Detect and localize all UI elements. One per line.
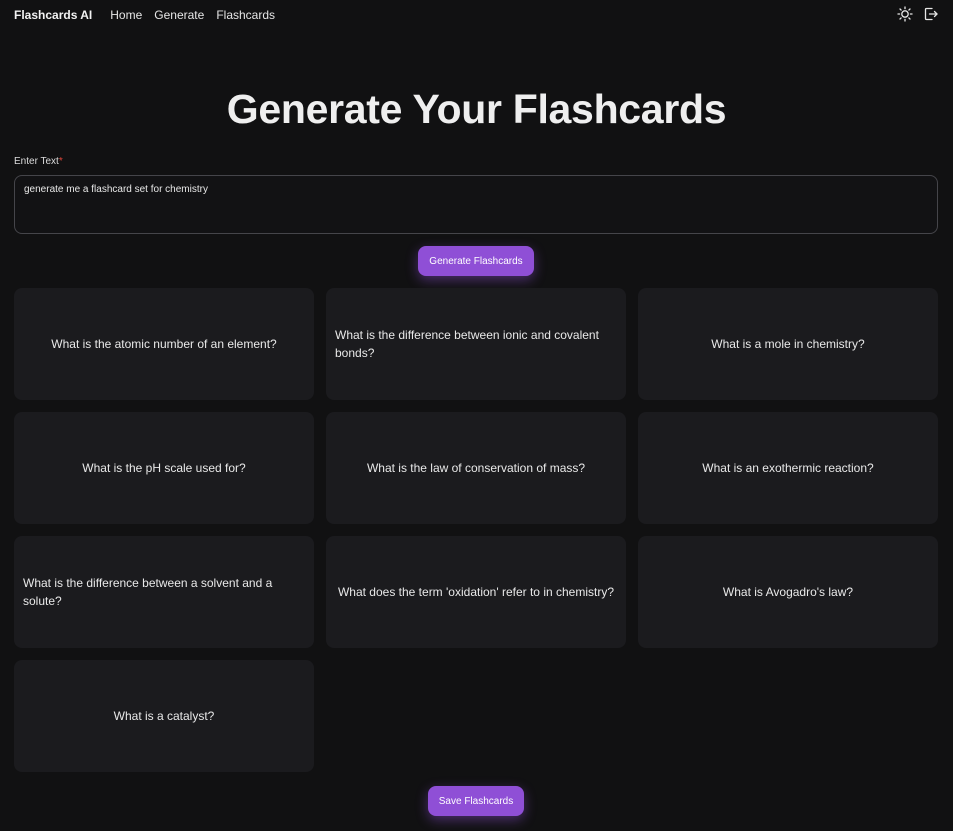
flashcard[interactable]: What is the pH scale used for? (14, 412, 314, 524)
flashcard-question: What is the difference between ionic and… (335, 328, 599, 360)
flashcard[interactable]: What is the law of conservation of mass? (326, 412, 626, 524)
flashcard[interactable]: What is a catalyst? (14, 660, 314, 772)
input-label: Enter Text* (14, 156, 63, 167)
flashcard-question: What is the law of conservation of mass? (366, 461, 586, 475)
nav-actions (897, 6, 939, 22)
flashcard[interactable]: What is Avogadro's law? (638, 536, 938, 648)
flashcard-question: What is Avogadro's law? (722, 585, 854, 599)
flashcard[interactable]: What is the difference between a solvent… (14, 536, 314, 648)
top-navbar: Flashcards AI Home Generate Flashcards (0, 0, 953, 30)
flashcard-grid: What is the atomic number of an element?… (14, 288, 938, 772)
nav-link-home[interactable]: Home (110, 8, 142, 22)
flashcard[interactable]: What is an exothermic reaction? (638, 412, 938, 524)
flashcard-question: What is a catalyst? (113, 709, 215, 723)
required-asterisk: * (58, 156, 63, 167)
flashcard-question: What is the atomic number of an element? (51, 337, 277, 351)
nav-link-flashcards[interactable]: Flashcards (216, 8, 275, 22)
logout-icon[interactable] (923, 6, 939, 22)
flashcard[interactable]: What is the atomic number of an element? (14, 288, 314, 400)
flashcard-question: What is an exothermic reaction? (702, 461, 874, 475)
flashcard-question: What is the pH scale used for? (82, 461, 246, 475)
nav-link-generate[interactable]: Generate (154, 8, 204, 22)
flashcard[interactable]: What does the term 'oxidation' refer to … (326, 536, 626, 648)
flashcard-question: What is the difference between a solvent… (23, 576, 273, 608)
input-label-text: Enter Text (14, 156, 59, 167)
flashcard[interactable]: What is the difference between ionic and… (326, 288, 626, 400)
flashcard-question: What is a mole in chemistry? (711, 337, 865, 351)
generate-flashcards-button[interactable]: Generate Flashcards (418, 246, 534, 276)
text-input[interactable]: generate me a flashcard set for chemistr… (14, 175, 938, 234)
page-title: Generate Your Flashcards (226, 86, 727, 132)
brand-logo-text[interactable]: Flashcards AI (14, 8, 92, 22)
flashcard[interactable]: What is a mole in chemistry? (638, 288, 938, 400)
flashcard-question: What does the term 'oxidation' refer to … (337, 585, 615, 599)
sun-icon[interactable] (897, 6, 913, 22)
save-flashcards-button[interactable]: Save Flashcards (428, 786, 524, 816)
